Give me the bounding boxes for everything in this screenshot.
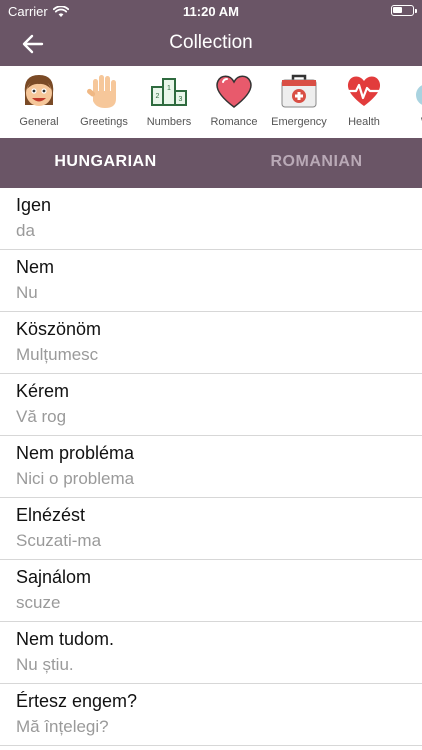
hand-icon xyxy=(87,75,116,108)
phrase-source: Nem tudom. xyxy=(16,629,115,649)
phrase-row[interactable]: Nem Nu xyxy=(0,250,422,312)
phrase-row[interactable]: Köszönöm Mulțumesc xyxy=(0,312,422,374)
status-bar: Carrier 11:20 AM xyxy=(0,0,422,22)
phrase-translation: Nici o problema xyxy=(16,469,135,488)
phrase-translation: Scuzati-ma xyxy=(16,531,102,550)
phrase-translation: Nu știu. xyxy=(16,655,74,674)
first-aid-icon xyxy=(281,74,317,108)
phrase-row[interactable]: Elnézést Scuzati-ma xyxy=(0,498,422,560)
svg-text:2: 2 xyxy=(156,93,160,100)
app-header: Carrier 11:20 AM Collection xyxy=(0,0,422,66)
phrase-row[interactable]: Nem probléma Nici o problema xyxy=(0,436,422,498)
heartbeat-icon xyxy=(346,76,382,106)
podium-icon: 1 2 3 xyxy=(151,78,187,106)
category-weather[interactable]: We xyxy=(397,66,422,138)
face-icon xyxy=(24,75,54,106)
battery-icon xyxy=(391,5,417,16)
phrase-source: Sajnálom xyxy=(16,567,92,587)
phrase-row[interactable]: Kérem Vă rog xyxy=(0,374,422,436)
svg-text:1: 1 xyxy=(167,85,171,92)
svg-text:3: 3 xyxy=(179,96,183,103)
navigation-bar: Collection xyxy=(0,22,422,66)
phrase-source: Kérem xyxy=(16,381,70,401)
phrase-translation: da xyxy=(16,221,35,240)
phrase-source: Köszönöm xyxy=(16,319,102,339)
page-title: Collection xyxy=(169,32,253,53)
phrase-translation: scuze xyxy=(16,593,61,612)
category-label: We xyxy=(387,116,422,128)
status-time: 11:20 AM xyxy=(183,4,239,19)
phrase-translation: Mulțumesc xyxy=(16,345,99,364)
language-tabs: HUNGARIAN ROMANIAN xyxy=(0,138,422,188)
phrase-translation: Vă rog xyxy=(16,407,67,426)
phrase-row[interactable]: Sajnálom scuze xyxy=(0,560,422,622)
phrase-translation: Mă înțelegi? xyxy=(16,717,109,736)
weather-icon xyxy=(416,85,422,105)
phrase-source: Elnézést xyxy=(16,505,86,525)
phrase-translation: Nu xyxy=(16,283,38,302)
phrase-source: Nem xyxy=(16,257,55,277)
phrase-source: Értesz engem? xyxy=(16,691,138,711)
phrase-row[interactable]: Nem tudom. Nu știu. xyxy=(0,622,422,684)
phrase-row[interactable]: Igen da xyxy=(0,188,422,250)
phrase-list: Igen da Nem Nu Köszönöm Mulțumesc Kérem … xyxy=(0,188,422,746)
phrase-row[interactable]: Értesz engem? Mă înțelegi? xyxy=(0,684,422,746)
phrase-source: Nem probléma xyxy=(16,443,135,463)
tab-hungarian[interactable]: HUNGARIAN xyxy=(0,138,211,188)
heart-icon xyxy=(216,75,252,108)
category-strip: General Greetings 1 2 3 Numbers Romance xyxy=(0,66,422,138)
phrase-source: Igen xyxy=(16,195,52,215)
tab-romanian[interactable]: ROMANIAN xyxy=(211,138,422,188)
